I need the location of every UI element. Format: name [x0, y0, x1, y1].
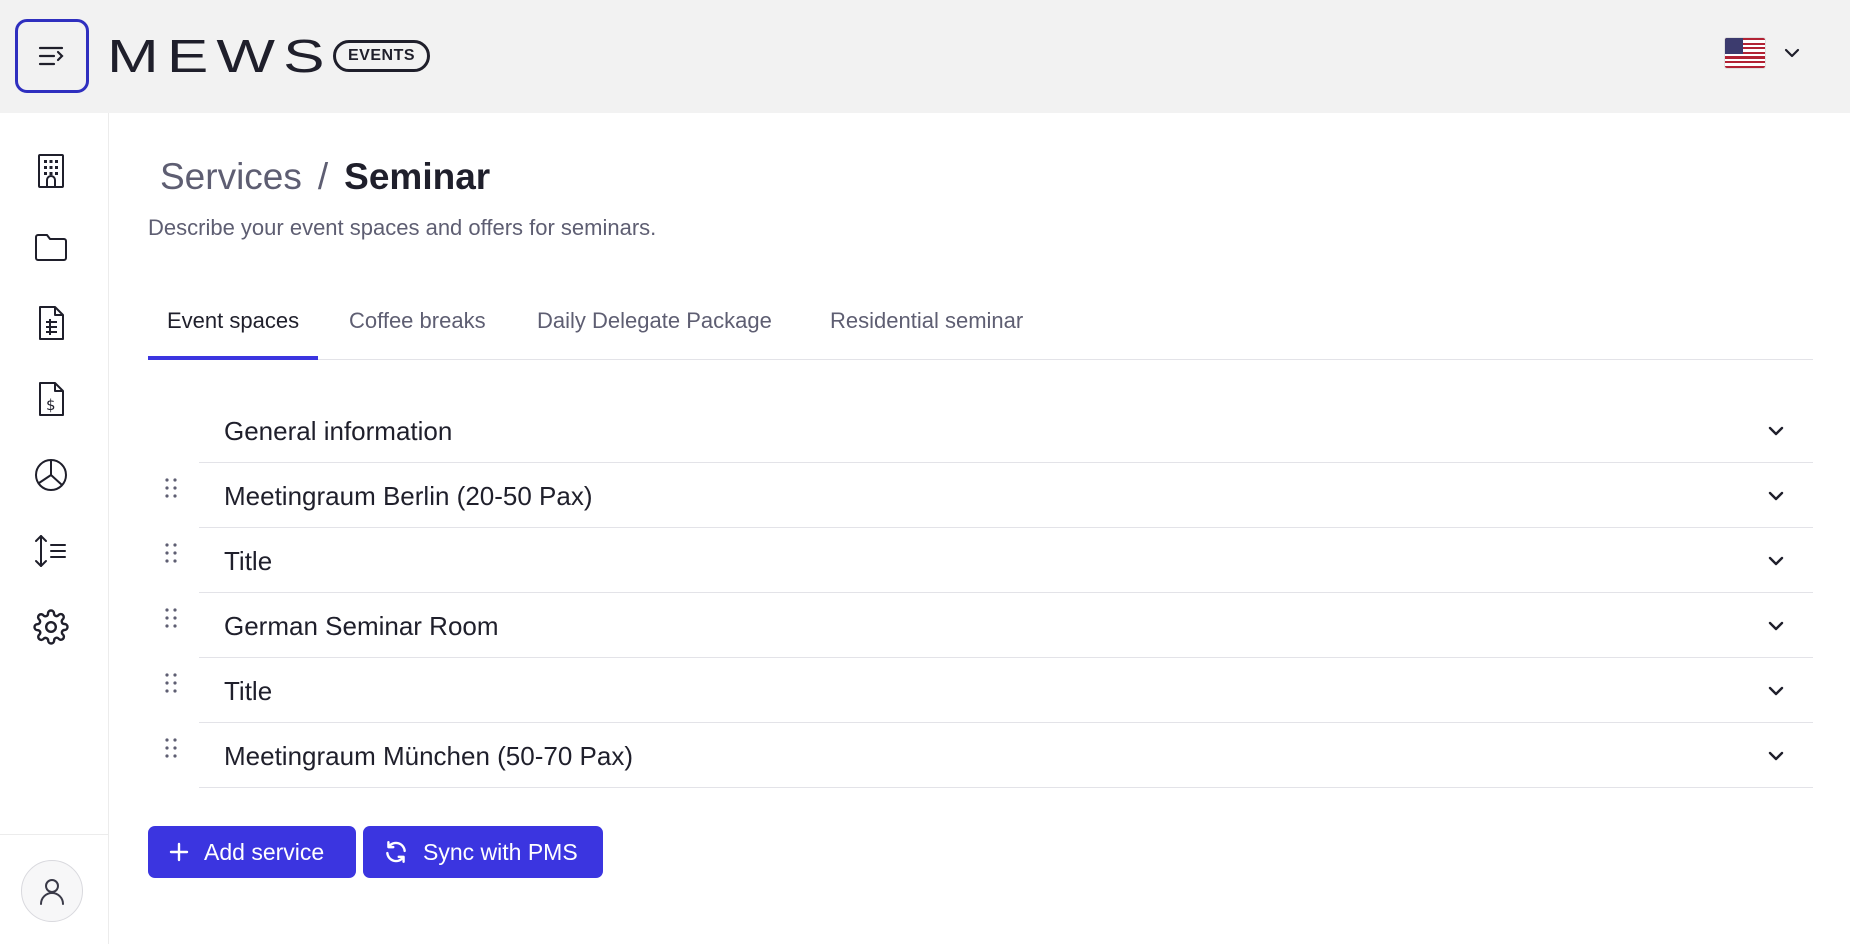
list-item: Title — [148, 528, 1813, 593]
drag-handle-icon[interactable] — [163, 672, 179, 694]
invoice-dollar-icon: $ — [39, 382, 64, 416]
accordion-header[interactable]: Title — [199, 658, 1813, 723]
chevron-down-icon — [1768, 426, 1784, 436]
breadcrumb: Services / Seminar — [160, 152, 490, 202]
chevron-down-icon — [1784, 48, 1800, 58]
accordion-title: Meetingraum München (50-70 Pax) — [224, 741, 633, 771]
tab-residential-seminar[interactable]: Residential seminar — [811, 298, 1042, 360]
breadcrumb-services-link[interactable]: Services — [160, 156, 302, 197]
list-item: Meetingraum Berlin (20-50 Pax) — [148, 463, 1813, 528]
svg-text:$: $ — [46, 396, 56, 414]
sidebar-item-sorting[interactable] — [31, 531, 71, 571]
chevron-down-icon — [1768, 621, 1784, 631]
accordion-header[interactable]: Meetingraum München (50-70 Pax) — [199, 723, 1813, 788]
accordion-title: General information — [224, 416, 453, 446]
page-subtitle: Describe your event spaces and offers fo… — [148, 215, 657, 240]
tab-daily-delegate-package[interactable]: Daily Delegate Package — [518, 298, 791, 360]
accordion-title: Title — [224, 676, 273, 706]
building-icon — [38, 154, 64, 188]
list-item: Title — [148, 658, 1813, 723]
drag-handle-icon[interactable] — [163, 542, 179, 564]
accordion-header[interactable]: Title — [199, 528, 1813, 593]
sidebar-item-folders[interactable] — [31, 227, 71, 267]
sidebar-item-invoices[interactable]: $ — [31, 379, 71, 419]
service-list: General information Meetingraum Berlin (… — [148, 398, 1813, 788]
top-bar: MEWS EVENTS — [0, 0, 1850, 113]
sync-icon — [386, 841, 406, 863]
accordion-title: Title — [224, 546, 273, 576]
breadcrumb-separator: / — [317, 156, 329, 197]
tab-bar: Event spaces Coffee breaks Daily Delegat… — [148, 298, 1813, 360]
chevron-down-icon — [1768, 751, 1784, 761]
accordion-title: German Seminar Room — [224, 611, 499, 641]
tab-event-spaces[interactable]: Event spaces — [148, 298, 319, 360]
add-service-label: Add service — [204, 838, 325, 865]
chevron-down-icon — [1768, 491, 1784, 501]
sidebar-item-properties[interactable] — [31, 151, 71, 191]
document-list-icon — [39, 306, 64, 340]
folder-icon — [35, 234, 67, 261]
accordion-title: Meetingraum Berlin (20-50 Pax) — [224, 481, 593, 511]
sidebar-item-reports[interactable] — [31, 455, 71, 495]
menu-expand-icon — [38, 46, 64, 66]
page-title: Seminar — [344, 156, 491, 197]
tab-coffee-breaks[interactable]: Coffee breaks — [330, 298, 505, 360]
language-selector[interactable] — [1725, 38, 1801, 68]
add-service-button[interactable]: Add service — [148, 826, 356, 878]
accordion-header[interactable]: Meetingraum Berlin (20-50 Pax) — [199, 463, 1813, 528]
plus-icon — [169, 842, 189, 862]
pie-chart-icon — [35, 459, 67, 491]
sidebar-divider — [0, 834, 108, 835]
drag-handle-icon[interactable] — [163, 477, 179, 499]
sync-with-pms-label: Sync with PMS — [423, 838, 578, 865]
sort-list-icon — [35, 535, 66, 567]
accordion-header[interactable]: General information — [199, 398, 1813, 463]
menu-toggle-button[interactable] — [15, 19, 89, 93]
sidebar-item-documents[interactable] — [31, 303, 71, 343]
chevron-down-icon — [1768, 686, 1784, 696]
sidebar-item-settings[interactable] — [31, 607, 71, 647]
us-flag-icon — [1725, 38, 1765, 68]
sync-with-pms-button[interactable]: Sync with PMS — [363, 826, 603, 878]
user-icon — [40, 879, 64, 905]
mews-logo: MEWS — [107, 30, 333, 82]
drag-handle-icon[interactable] — [163, 607, 179, 629]
chevron-down-icon — [1768, 556, 1784, 566]
user-avatar[interactable] — [21, 860, 83, 922]
gear-icon — [33, 609, 69, 645]
list-item: Meetingraum München (50-70 Pax) — [148, 723, 1813, 788]
sidebar: $ — [0, 113, 109, 944]
events-badge: EVENTS — [333, 40, 431, 72]
list-item: General information — [148, 398, 1813, 463]
drag-handle-icon[interactable] — [163, 737, 179, 759]
list-item: German Seminar Room — [148, 593, 1813, 658]
accordion-header[interactable]: German Seminar Room — [199, 593, 1813, 658]
